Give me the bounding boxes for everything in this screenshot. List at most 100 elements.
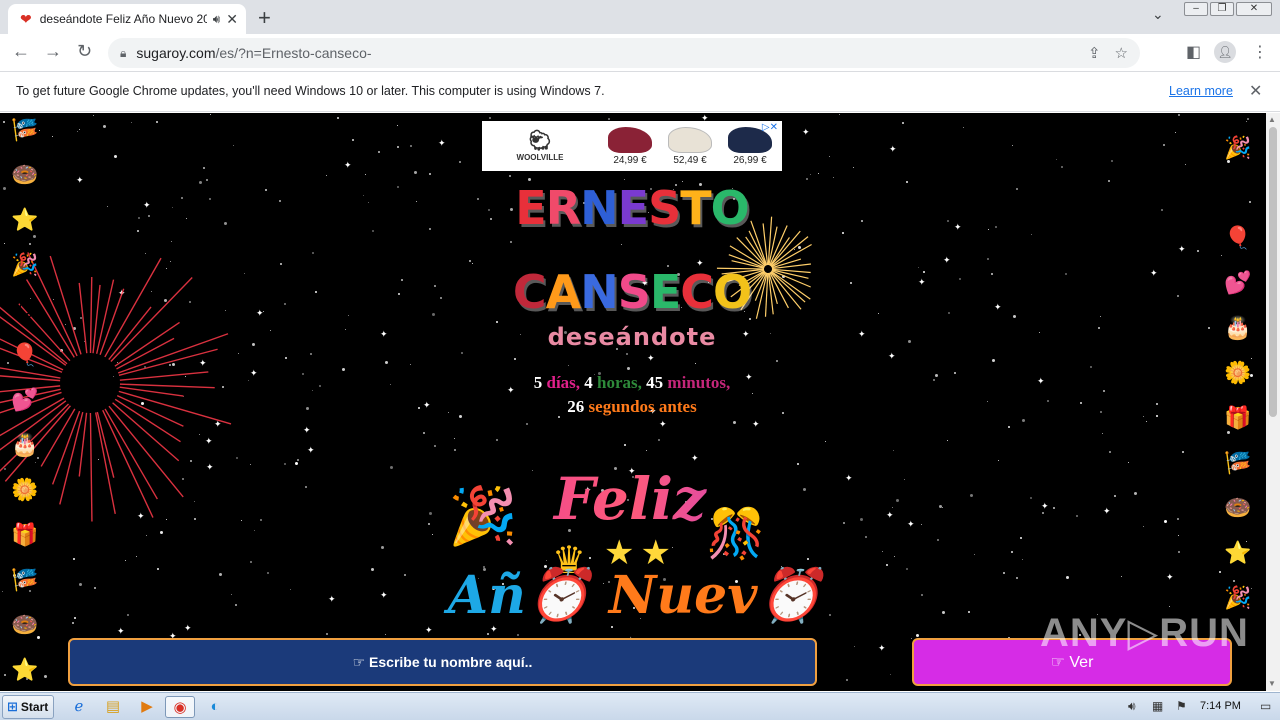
close-window-button[interactable]: ✕	[1236, 2, 1272, 16]
background-star	[906, 568, 908, 570]
background-star	[695, 363, 696, 364]
background-star	[319, 385, 321, 387]
firework-ray	[748, 230, 767, 266]
new-tab-button[interactable]: +	[258, 5, 271, 31]
action-center-flag-icon[interactable]: ⚑	[1176, 699, 1187, 713]
background-star	[1061, 166, 1063, 168]
share-icon[interactable]: ⇪	[1088, 44, 1101, 62]
background-star	[894, 556, 895, 557]
name-input-button[interactable]: ☞ Escribe tu nombre aquí..	[68, 638, 817, 686]
ad-product[interactable]: 24,99 €	[600, 127, 660, 166]
ad-product[interactable]: 52,49 €	[660, 127, 720, 166]
browser-tab[interactable]: ❤ deseándote Feliz Año Nuevo 20 🔊︎ ✕	[8, 4, 246, 34]
background-star	[73, 558, 75, 560]
scrollbar-thumb[interactable]	[1269, 127, 1277, 417]
sparkle-icon: ✦	[943, 255, 951, 265]
background-star	[107, 206, 108, 207]
background-star	[896, 499, 899, 502]
background-star	[1246, 121, 1247, 122]
close-infobar-icon[interactable]: ✕	[1249, 81, 1262, 101]
background-star	[397, 186, 399, 188]
learn-more-link[interactable]: Learn more	[1169, 84, 1233, 98]
background-star	[114, 155, 117, 158]
chevron-down-icon[interactable]: ⌄	[1152, 6, 1164, 23]
background-star	[833, 177, 834, 178]
scroll-down-icon[interactable]: ▼	[1268, 679, 1276, 688]
sparkle-icon: ✦	[1150, 268, 1158, 278]
speaker-icon[interactable]: 🔊︎	[213, 12, 221, 27]
volume-icon[interactable]: 🔊︎	[1128, 699, 1136, 714]
background-star	[853, 167, 854, 168]
bookmark-star-icon[interactable]: ☆	[1115, 44, 1128, 62]
profile-avatar-icon[interactable]: 👤︎	[1214, 41, 1236, 63]
restore-button[interactable]: ❐	[1210, 2, 1234, 16]
background-star	[284, 463, 286, 465]
ad-choices-icon[interactable]: ▷✕	[762, 122, 778, 133]
star-icon: ⭐	[11, 657, 39, 682]
background-star	[3, 187, 6, 190]
sparkle-icon: ✦	[438, 138, 446, 148]
reload-icon[interactable]: ↻	[77, 41, 92, 62]
background-star	[295, 462, 298, 465]
start-button[interactable]: ⊞ Start	[2, 695, 54, 719]
media-player-icon[interactable]: ▶	[132, 696, 162, 718]
background-star	[233, 145, 234, 146]
background-star	[608, 118, 610, 120]
background-star	[1233, 580, 1235, 582]
clock[interactable]: 7:14 PM	[1200, 700, 1241, 712]
background-star	[310, 353, 312, 355]
background-star	[733, 421, 736, 424]
background-star	[454, 449, 456, 451]
show-desktop-icon[interactable]: ▭	[1260, 699, 1271, 713]
sparkle-icon: ✦	[380, 590, 388, 600]
background-star	[209, 198, 211, 200]
file-explorer-icon[interactable]: ▤	[98, 696, 128, 718]
address-bar[interactable]: 🔒︎ sugaroy.com/es/?n=Ernesto-canseco- ⇪ …	[108, 38, 1140, 68]
party-popper-icon: 🎉	[1224, 135, 1252, 160]
background-star	[1066, 576, 1069, 579]
background-star	[942, 611, 945, 614]
internet-explorer-icon[interactable]: ℯ	[64, 696, 94, 718]
edge-icon[interactable]: ◐	[200, 696, 230, 718]
scroll-up-icon[interactable]: ▲	[1268, 115, 1276, 124]
background-star	[1134, 492, 1137, 495]
forward-arrow-icon[interactable]: →	[44, 41, 62, 62]
party-popper-icon: 🎉	[11, 252, 39, 277]
background-star	[127, 614, 129, 616]
firework-ray	[104, 408, 158, 500]
background-star	[911, 638, 912, 639]
menu-kebab-icon[interactable]: ⋮	[1252, 42, 1268, 62]
star-icon: ⭐	[11, 207, 39, 232]
chrome-icon[interactable]: ◉	[165, 696, 195, 718]
ad-banner[interactable]: 🐑︎ WOOLVILLE 24,99 € 52,49 € 26,99 € ▷✕	[482, 121, 782, 171]
network-icon[interactable]: ▦	[1152, 699, 1163, 713]
firework-ray	[94, 412, 116, 515]
donut-icon: 🍩	[11, 162, 39, 187]
background-star	[829, 156, 830, 157]
background-star	[93, 115, 94, 116]
background-star	[918, 267, 919, 268]
back-arrow-icon[interactable]: ←	[12, 41, 30, 62]
background-star	[326, 633, 328, 635]
firework-ray	[104, 257, 162, 358]
background-star	[963, 127, 964, 128]
background-star	[1100, 316, 1101, 317]
ad-brand[interactable]: 🐑︎ WOOLVILLE	[502, 129, 578, 162]
page-scrollbar[interactable]: ▲ ▼	[1266, 113, 1280, 691]
close-tab-icon[interactable]: ✕	[226, 11, 238, 28]
background-star	[1146, 421, 1147, 422]
firework-ray	[116, 337, 175, 370]
background-star	[1039, 332, 1040, 333]
url-text[interactable]: sugaroy.com/es/?n=Ernesto-canseco-	[136, 45, 1074, 61]
background-star	[1178, 535, 1179, 536]
background-star	[902, 122, 904, 124]
background-star	[157, 568, 159, 570]
background-star	[72, 622, 74, 624]
background-star	[414, 171, 417, 174]
lock-icon[interactable]: 🔒︎	[120, 46, 126, 61]
side-panel-icon[interactable]: ◧	[1186, 42, 1201, 62]
minimize-button[interactable]: –	[1184, 2, 1208, 16]
sparkle-icon: ✦	[425, 625, 433, 635]
background-star	[526, 423, 528, 425]
background-star	[1053, 507, 1055, 509]
